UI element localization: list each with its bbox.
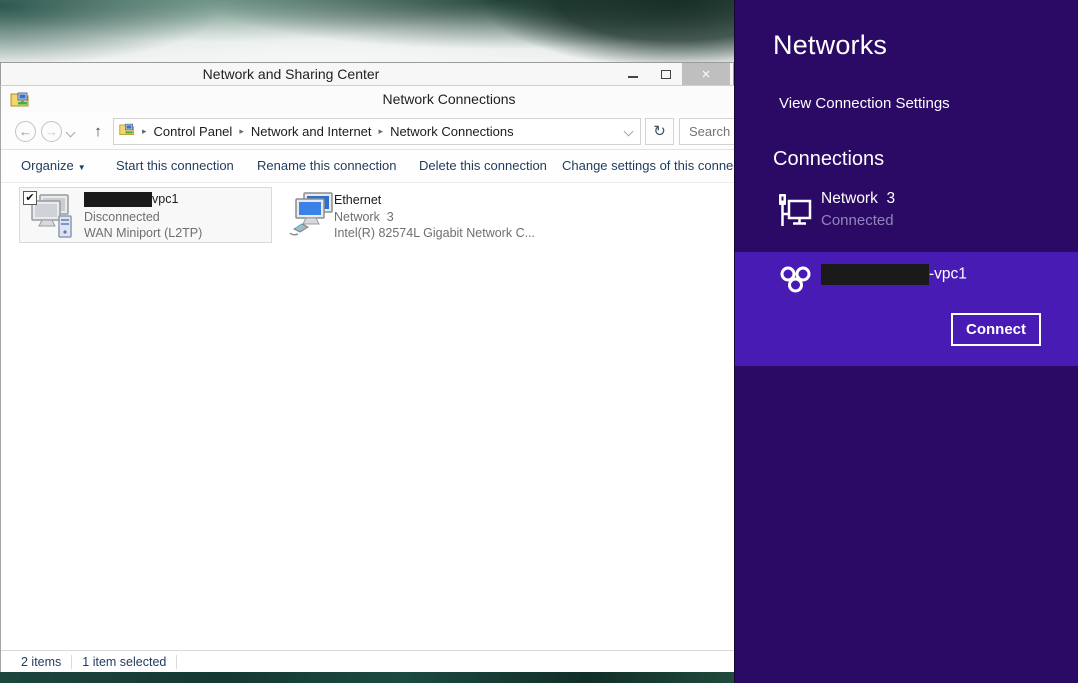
- address-location-icon: [119, 121, 135, 142]
- rename-connection-button[interactable]: Rename this connection: [257, 158, 396, 173]
- breadcrumb-control-panel[interactable]: Control Panel: [154, 124, 233, 139]
- view-connection-settings-link[interactable]: View Connection Settings: [779, 95, 950, 112]
- command-toolbar: Organize▼ Start this connection Rename t…: [1, 150, 734, 183]
- connection-name: vpc1: [84, 192, 202, 207]
- address-bar[interactable]: ▸ Control Panel ▸ Network and Internet ▸…: [113, 118, 641, 145]
- row-text: -vpc1: [821, 264, 967, 285]
- network-row-wired[interactable]: Network 3 Connected: [735, 188, 1078, 246]
- breadcrumb-network-connections[interactable]: Network Connections: [390, 124, 514, 139]
- wired-network-icon: [777, 192, 813, 237]
- statusbar-divider: [176, 655, 177, 669]
- statusbar-divider: [71, 655, 72, 669]
- items-selected: 1 item selected: [82, 655, 166, 669]
- item-text: vpc1 Disconnected WAN Miniport (L2TP): [84, 192, 202, 240]
- redacted-name: [84, 192, 152, 207]
- back-button[interactable]: ←: [15, 121, 36, 142]
- connections-list: ✔ vpc1 Disconnected WAN Miniport (L2TP: [1, 183, 734, 651]
- navigation-bar: ← → ↑ ▸ Control Panel ▸ Network and Inte…: [1, 113, 734, 150]
- connection-device: Intel(R) 82574L Gigabit Network C...: [334, 226, 535, 240]
- change-settings-button[interactable]: Change settings of this connectio: [562, 158, 734, 173]
- network-status: Connected: [821, 212, 895, 229]
- connections-section-header: Connections: [773, 148, 884, 171]
- vpn-icon: [777, 264, 815, 305]
- connection-device: WAN Miniport (L2TP): [84, 226, 202, 240]
- breadcrumb-separator-icon: ▸: [379, 126, 384, 137]
- page-title: Network Connections: [299, 91, 599, 107]
- row-text: Network 3 Connected: [821, 190, 895, 229]
- list-item-ethernet[interactable]: Ethernet Network 3 Intel(R) 82574L Gigab…: [284, 187, 536, 243]
- items-count: 2 items: [21, 655, 61, 669]
- vpn-name: -vpc1: [821, 264, 967, 285]
- chevron-down-icon: ▼: [78, 163, 86, 172]
- network-connections-titlebar: Network Connections: [1, 86, 734, 113]
- panel-title: Networks: [773, 30, 887, 61]
- connection-name: Ethernet: [334, 193, 535, 207]
- connection-status: Disconnected: [84, 210, 202, 224]
- forward-button[interactable]: →: [41, 121, 62, 142]
- forward-icon: →: [45, 124, 58, 139]
- chevron-down-icon: [66, 128, 76, 138]
- back-icon: ←: [19, 124, 32, 139]
- desktop-wallpaper-bottom: [0, 672, 734, 683]
- network-row-vpn-selected[interactable]: -vpc1 Connect: [735, 252, 1078, 366]
- item-checkbox[interactable]: ✔: [23, 191, 37, 205]
- maximize-icon: [661, 70, 671, 79]
- close-button[interactable]: ×: [682, 63, 730, 85]
- minimize-icon: [628, 76, 638, 78]
- start-connection-button[interactable]: Start this connection: [116, 158, 234, 173]
- desktop-wallpaper-top: [0, 0, 734, 62]
- connect-button[interactable]: Connect: [951, 313, 1041, 346]
- minimize-button[interactable]: [617, 63, 649, 85]
- networks-flyout-panel: Networks View Connection Settings Connec…: [734, 0, 1078, 683]
- refresh-icon: ↻: [653, 123, 666, 140]
- connection-status: Network 3: [334, 210, 535, 224]
- refresh-button[interactable]: ↻: [645, 118, 674, 145]
- network-name: Network 3: [821, 190, 895, 208]
- item-text: Ethernet Network 3 Intel(R) 82574L Gigab…: [334, 193, 535, 240]
- status-bar: 2 items 1 item selected: [1, 650, 734, 672]
- up-button[interactable]: ↑: [87, 121, 109, 142]
- maximize-button[interactable]: [651, 63, 681, 85]
- close-icon: ×: [702, 66, 711, 83]
- breadcrumb-separator-icon: ▸: [142, 126, 147, 137]
- network-connections-app-icon: [10, 89, 30, 114]
- breadcrumb-separator-icon: ▸: [239, 126, 244, 137]
- redacted-name: [821, 264, 929, 285]
- network-sharing-center-title: Network and Sharing Center: [131, 66, 451, 82]
- up-icon: ↑: [94, 123, 102, 140]
- organize-menu-button[interactable]: Organize▼: [21, 158, 86, 173]
- breadcrumb-network-and-internet[interactable]: Network and Internet: [251, 124, 372, 139]
- check-icon: ✔: [25, 192, 34, 204]
- recent-pages-dropdown[interactable]: [67, 129, 75, 137]
- network-connections-window: Network Connections ← → ↑ ▸ Control Pane…: [0, 85, 734, 672]
- network-sharing-center-titlebar: Network and Sharing Center ×: [0, 62, 734, 85]
- chevron-down-icon: [624, 127, 634, 137]
- address-dropdown[interactable]: [625, 128, 632, 135]
- delete-connection-button[interactable]: Delete this connection: [419, 158, 547, 173]
- list-item-vpn-connection[interactable]: ✔ vpc1 Disconnected WAN Miniport (L2TP: [19, 187, 272, 243]
